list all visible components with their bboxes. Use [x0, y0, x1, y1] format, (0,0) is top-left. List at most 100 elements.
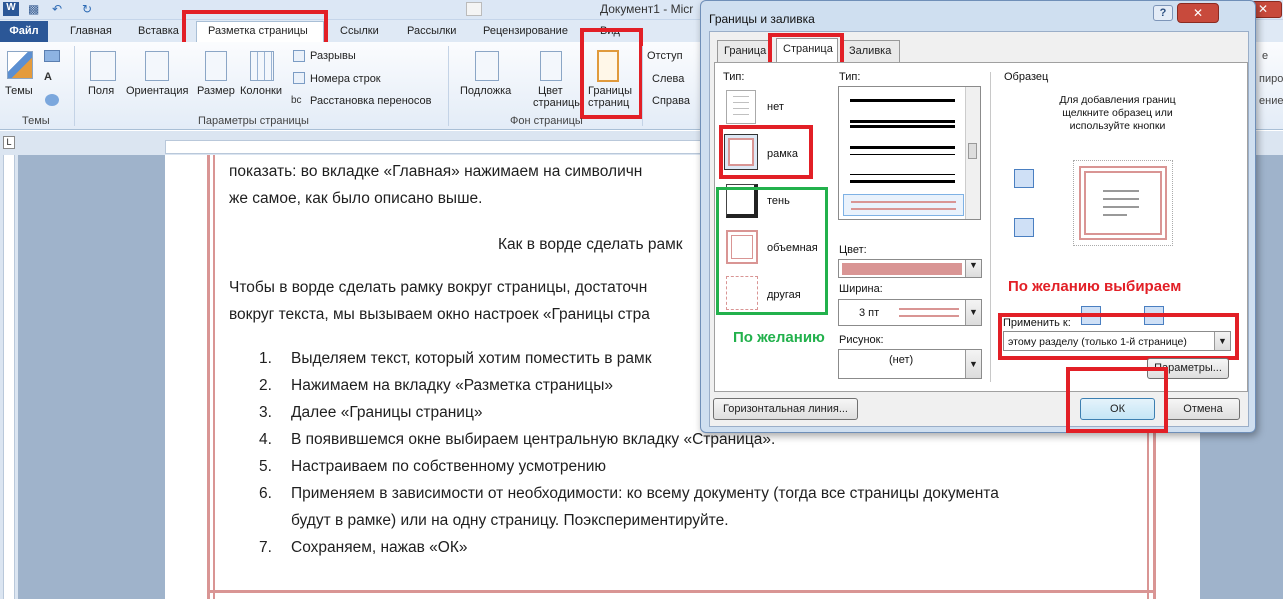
group-separator — [448, 46, 449, 126]
hyphenation-button[interactable]: Расстановка переносов — [310, 95, 431, 107]
tab-borders[interactable]: Граница — [717, 40, 771, 62]
tab-home[interactable]: Главная — [70, 25, 112, 37]
style-option[interactable] — [850, 99, 955, 102]
width-dropdown[interactable]: 3 пт ▼ — [838, 299, 982, 326]
color-label: Цвет: — [839, 244, 867, 256]
art-dropdown[interactable]: (нет) ▼ — [838, 349, 982, 379]
group-separator — [642, 46, 643, 126]
style-label: Тип: — [839, 71, 861, 83]
page-color-label-2[interactable]: страницы — [533, 97, 582, 109]
style-option[interactable] — [850, 146, 955, 155]
word-logo-icon[interactable]: W — [3, 2, 19, 16]
margins-icon[interactable] — [90, 51, 116, 81]
page-color-label-1[interactable]: Цвет — [538, 85, 563, 97]
setting-label: Тип: — [723, 71, 745, 83]
doc-para-line-1: Чтобы в ворде сделать рамку вокруг стран… — [229, 279, 648, 296]
tab-mailings[interactable]: Рассылки — [407, 25, 456, 37]
breaks-button[interactable]: Разрывы — [310, 50, 356, 62]
width-label: Ширина: — [839, 283, 883, 295]
scrollbar-thumb[interactable] — [968, 143, 977, 159]
size-button-label[interactable]: Размер — [197, 85, 235, 97]
color-dropdown[interactable]: ▼ — [838, 259, 982, 278]
doc-heading: Как в ворде сделать рамк — [498, 236, 683, 253]
highlight-box-setting — [719, 125, 813, 179]
theme-effects-icon[interactable] — [45, 94, 59, 106]
list-item: В появившемся окне выбираем центральную … — [291, 431, 776, 448]
save-icon[interactable]: ▩ — [28, 2, 44, 16]
list-item: Далее «Границы страниц» — [291, 404, 483, 421]
page-background-group-label: Фон страницы — [510, 115, 583, 127]
tab-shading[interactable]: Заливка — [842, 40, 900, 62]
undo-icon[interactable]: ↶ — [52, 2, 68, 16]
setting-none-icon[interactable] — [726, 90, 756, 124]
art-label: Рисунок: — [839, 334, 884, 346]
tab-selector-icon[interactable]: L — [3, 136, 15, 149]
ruler-scale — [3, 155, 15, 599]
theme-colors-icon[interactable] — [44, 50, 60, 62]
list-number: 7. — [259, 539, 272, 556]
preview-page[interactable] — [1079, 166, 1167, 240]
cancel-button[interactable]: Отмена — [1166, 398, 1240, 420]
page-color-icon[interactable] — [540, 51, 562, 81]
horizontal-line-button[interactable]: Горизонтальная линия... — [713, 398, 858, 420]
columns-icon[interactable] — [250, 51, 274, 81]
style-option-selected[interactable] — [843, 194, 964, 216]
watermark-button-label[interactable]: Подложка — [460, 85, 511, 97]
list-number: 2. — [259, 377, 272, 394]
themes-button-label[interactable]: Темы — [5, 85, 33, 97]
margins-button-label[interactable]: Поля — [88, 85, 114, 97]
preview-hint: Для добавления границ щелкните образец и… — [1059, 94, 1176, 132]
background-window-icon — [466, 2, 482, 16]
watermark-icon[interactable] — [475, 51, 499, 81]
themes-icon[interactable] — [7, 51, 33, 79]
chevron-down-icon[interactable]: ▼ — [965, 350, 981, 378]
list-item-continuation: будут в рамке) или на одну страницу. Поэ… — [291, 512, 729, 529]
highlight-optional-settings — [716, 187, 828, 315]
dialog-title: Границы и заливка — [709, 12, 815, 26]
list-number: 1. — [259, 350, 272, 367]
tab-insert[interactable]: Вставка — [138, 25, 179, 37]
theme-fonts-icon[interactable]: A — [44, 71, 60, 83]
doc-line-2: же самое, как было описано выше. — [229, 190, 483, 207]
hyphenation-icon[interactable]: bc — [291, 95, 302, 106]
setting-none-label[interactable]: нет — [767, 101, 784, 113]
style-option[interactable] — [850, 120, 955, 128]
line-numbers-button[interactable]: Номера строк — [310, 73, 381, 85]
document-title: Документ1 - Micr — [600, 2, 694, 16]
indent-left[interactable]: Слева — [652, 73, 684, 85]
tab-file[interactable]: Файл — [0, 21, 48, 42]
bottom-border-toggle-icon[interactable] — [1014, 218, 1034, 237]
breaks-icon[interactable] — [293, 50, 305, 62]
list-number: 3. — [259, 404, 272, 421]
indent-right[interactable]: Справа — [652, 95, 690, 107]
chevron-down-icon[interactable]: ▼ — [965, 300, 981, 325]
preview-text-line — [1103, 198, 1139, 200]
size-icon[interactable] — [205, 51, 227, 81]
line-numbers-icon[interactable] — [293, 72, 305, 84]
highlight-ok-button — [1066, 367, 1168, 433]
redo-icon[interactable]: ↻ — [82, 2, 98, 16]
chevron-down-icon[interactable]: ▼ — [965, 260, 981, 277]
ribbon-right-text-2: пиро — [1259, 73, 1283, 85]
dialog-close-button[interactable]: ✕ — [1177, 3, 1219, 23]
list-number: 6. — [259, 485, 272, 502]
list-item: Нажимаем на вкладку «Разметка страницы» — [291, 377, 613, 394]
ribbon-right-text-3: ение — [1259, 95, 1283, 107]
top-border-toggle-icon[interactable] — [1014, 169, 1034, 188]
tab-review[interactable]: Рецензирование — [483, 25, 568, 37]
style-option[interactable] — [850, 174, 955, 183]
preview-text-line — [1103, 190, 1139, 192]
orientation-icon[interactable] — [145, 51, 169, 81]
help-icon[interactable]: ? — [1153, 5, 1173, 21]
preview-text-line — [1103, 206, 1139, 208]
page-border-left-outer — [207, 155, 210, 599]
indent-label: Отступ — [647, 50, 683, 62]
art-value: (нет) — [889, 354, 914, 366]
annotation-optional-choose: По желанию выбираем — [1008, 278, 1182, 295]
list-item: Применяем в зависимости от необходимости… — [291, 485, 999, 502]
width-preview-line — [899, 308, 959, 317]
ribbon-right-text-1: е — [1262, 50, 1269, 62]
tab-references[interactable]: Ссылки — [340, 25, 379, 37]
orientation-button-label[interactable]: Ориентация — [126, 85, 188, 97]
columns-button-label[interactable]: Колонки — [240, 85, 282, 97]
